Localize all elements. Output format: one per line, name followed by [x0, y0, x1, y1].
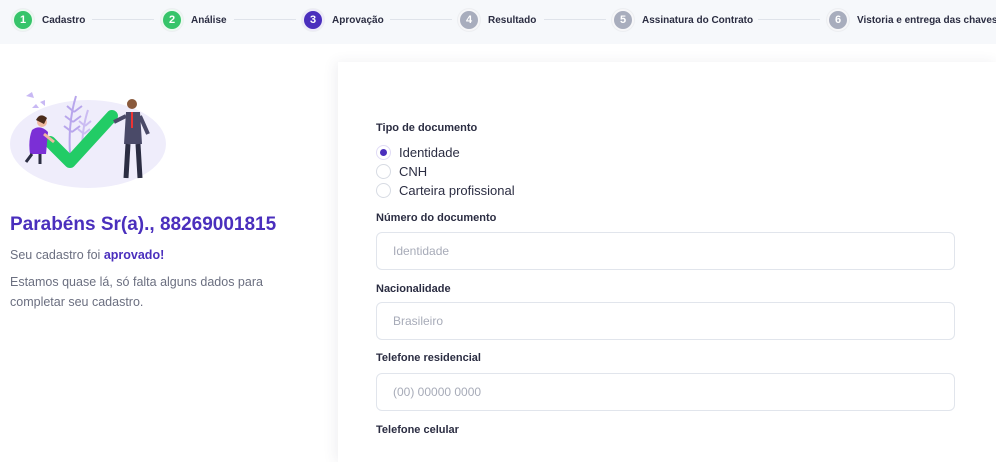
document-number-label: Número do documento	[376, 212, 497, 224]
step-number: 1	[12, 9, 34, 31]
step-label: Assinatura do Contrato	[642, 14, 754, 26]
step-number: 4	[458, 9, 480, 31]
step-connector	[390, 19, 452, 20]
radio-carteira-profissional[interactable]: Carteira profissional	[376, 182, 515, 198]
step-label: Análise	[191, 14, 227, 26]
step-label: Aprovação	[332, 14, 384, 26]
approval-message: Seu cadastro foi aprovado!	[10, 248, 164, 262]
nationality-input[interactable]	[376, 302, 955, 340]
info-text: Estamos quase lá, só falta alguns dados …	[10, 275, 263, 309]
radio-selected-icon[interactable]	[376, 144, 391, 160]
nationality-label: Nacionalidade	[376, 283, 451, 295]
step-vistoria[interactable]: 6 Vistoria e entrega das chaves	[827, 8, 996, 32]
radio-identidade[interactable]: Identidade	[376, 144, 460, 160]
step-connector	[758, 19, 820, 20]
step-connector	[544, 19, 606, 20]
step-number: 5	[612, 9, 634, 31]
step-number: 6	[827, 9, 849, 31]
leaf-decoration-icon	[26, 92, 45, 108]
step-connector	[92, 19, 154, 20]
document-number-input[interactable]	[376, 232, 955, 270]
home-phone-label: Telefone residencial	[376, 352, 481, 364]
step-label: Resultado	[488, 14, 537, 26]
document-type-label: Tipo de documento	[376, 122, 478, 134]
step-number: 2	[161, 9, 183, 31]
congratulations-title: Parabéns Sr(a)., 88269001815	[10, 214, 277, 235]
progress-stepper: 1 Cadastro 2 Análise 3 Aprovação 4 Resul…	[0, 0, 996, 44]
radio-label: Identidade	[399, 144, 460, 160]
radio-cnh[interactable]: CNH	[376, 163, 427, 179]
step-number: 3	[302, 9, 324, 31]
approval-message-prefix: Seu cadastro foi	[10, 248, 104, 262]
step-cadastro[interactable]: 1 Cadastro	[12, 8, 85, 32]
step-assinatura[interactable]: 5 Assinatura do Contrato	[612, 8, 753, 32]
step-label: Vistoria e entrega das chaves	[857, 14, 996, 26]
step-connector	[234, 19, 296, 20]
radio-label: CNH	[399, 163, 428, 179]
approval-status: aprovado!	[103, 248, 165, 262]
step-label: Cadastro	[42, 14, 86, 26]
radio-unselected-icon[interactable]	[376, 182, 391, 198]
home-phone-input[interactable]	[376, 373, 955, 411]
radio-unselected-icon[interactable]	[376, 163, 391, 179]
step-analise[interactable]: 2 Análise	[161, 8, 227, 32]
radio-label: Carteira profissional	[399, 182, 515, 198]
step-resultado[interactable]: 4 Resultado	[458, 8, 536, 32]
mobile-phone-label: Telefone celular	[376, 424, 459, 436]
step-aprovacao[interactable]: 3 Aprovação	[302, 8, 384, 32]
approval-illustration	[10, 92, 166, 188]
